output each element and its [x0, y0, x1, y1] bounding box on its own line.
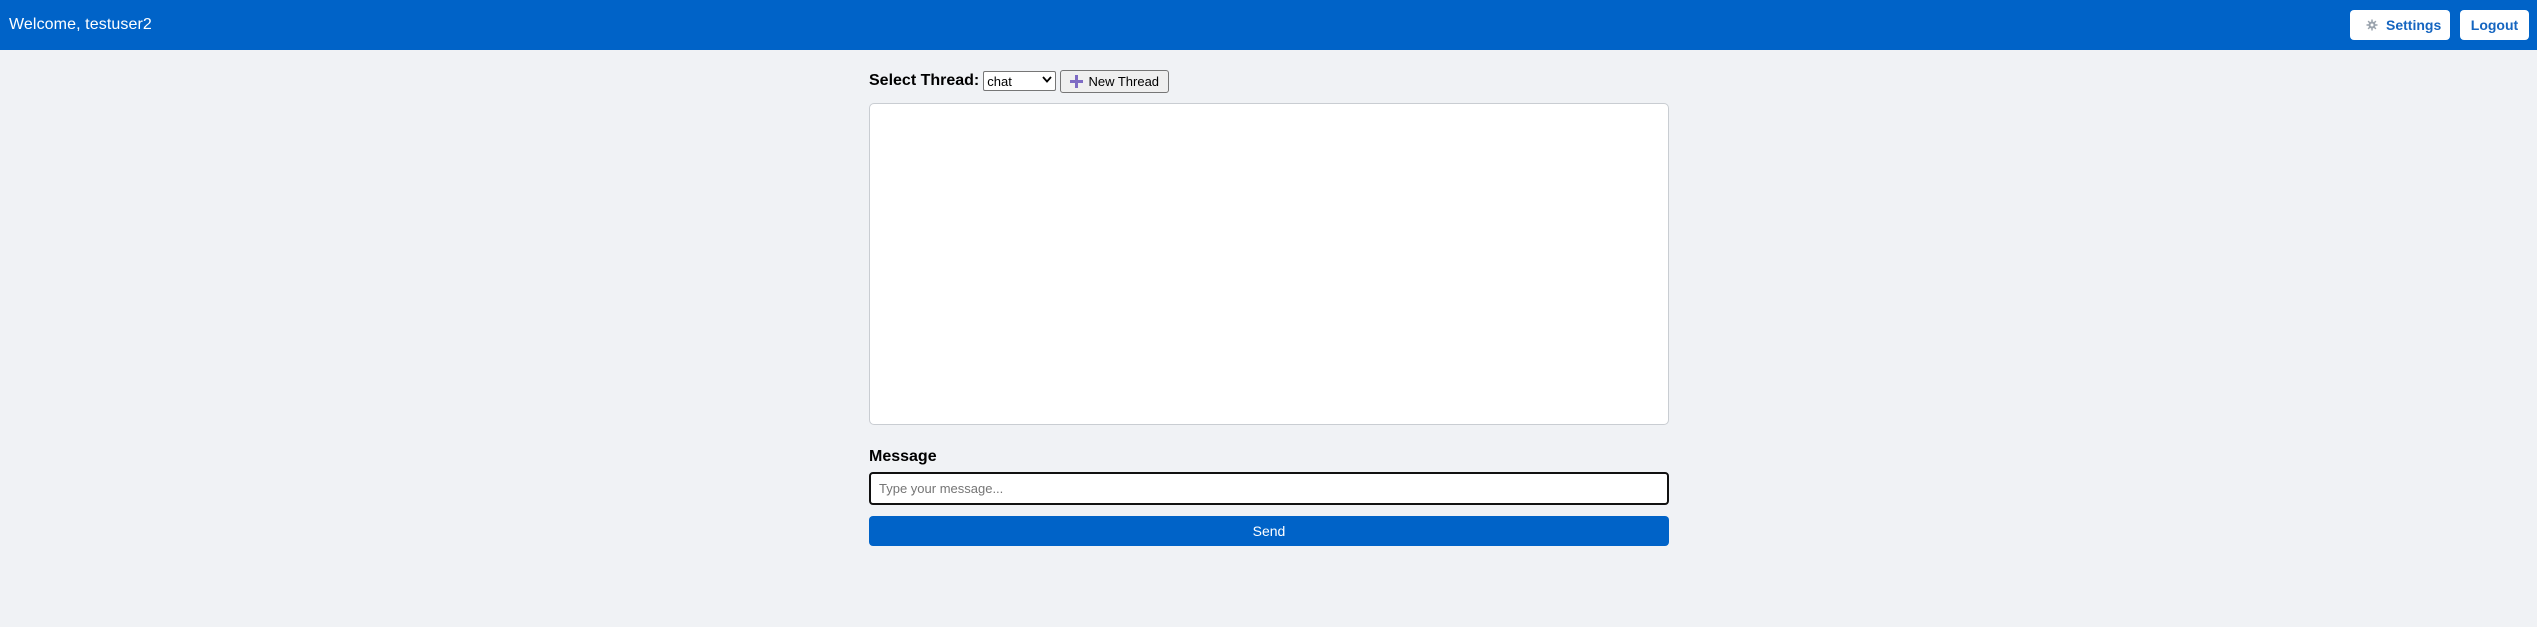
thread-select-value: chat: [987, 73, 1012, 89]
new-thread-button[interactable]: New Thread: [1060, 69, 1170, 93]
plus-icon: [1070, 74, 1084, 88]
message-label: Message: [869, 448, 937, 465]
logout-button[interactable]: Logout: [2460, 10, 2529, 40]
new-thread-label: New Thread: [1088, 73, 1160, 89]
settings-label: Settings: [2386, 17, 2442, 33]
settings-button[interactable]: Settings: [2350, 10, 2450, 40]
top-bar: Welcome, testuser2 Settings Logout: [0, 0, 2537, 50]
chevron-down-icon: [1042, 76, 1052, 86]
thread-select[interactable]: chat: [983, 71, 1057, 91]
thread-label: Select Thread:: [869, 72, 980, 89]
chat-panel: Select Thread: chat New Thread Message S…: [869, 68, 1669, 546]
welcome-text: Welcome, testuser2: [9, 16, 152, 33]
header-actions: Settings Logout: [2350, 10, 2529, 40]
message-input[interactable]: [869, 472, 1669, 505]
gear-icon: [2366, 18, 2378, 32]
send-button[interactable]: Send: [869, 516, 1669, 546]
chat-messages-area[interactable]: [869, 103, 1669, 425]
thread-selector-row: Select Thread: chat New Thread: [869, 68, 1669, 94]
